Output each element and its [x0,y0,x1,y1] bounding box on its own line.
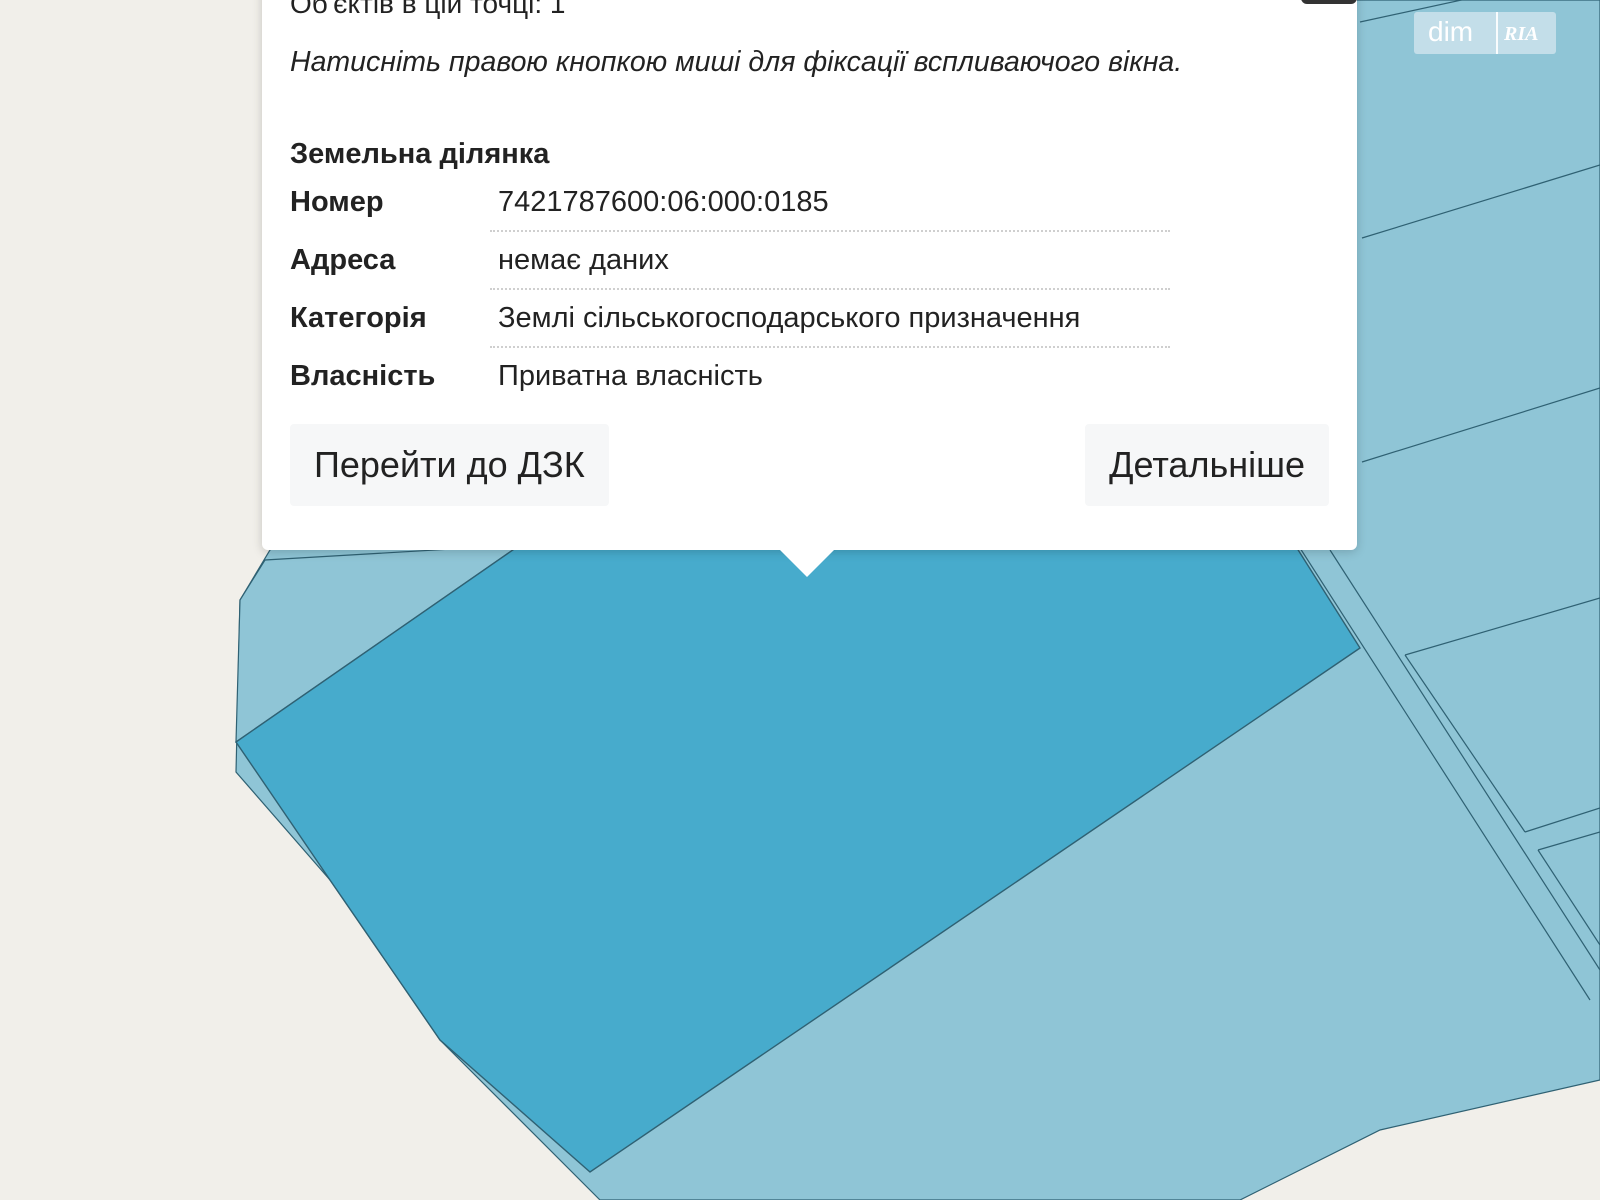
property-value: Землі сільськогосподарського призначення [498,302,1081,334]
row-divider [490,230,1170,232]
property-row-ownership: Власність Приватна власність [290,352,1170,410]
property-row-address: Адреса немає даних [290,236,1170,294]
property-key: Номер [290,186,384,218]
property-key: Адреса [290,244,396,276]
popup-pointer [780,550,834,577]
property-key: Категорія [290,302,427,334]
details-button[interactable]: Детальніше [1085,424,1329,506]
watermark-dim-text: dim [1428,16,1474,47]
property-value: 7421787600:06:000:0185 [498,186,829,218]
close-popup-button[interactable] [1301,0,1357,4]
property-value: Приватна власність [498,360,763,392]
objects-count-text: Об'єктів в цій точці: 1 [290,0,566,19]
property-row-number: Номер 7421787600:06:000:0185 [290,178,1170,236]
goto-dzk-button[interactable]: Перейти до ДЗК [290,424,609,506]
row-divider [490,346,1170,348]
parcel-info-popup: Об'єктів в цій точці: 1 Натисніть правою… [262,0,1357,577]
popup-hint-text: Натисніть правою кнопкою миші для фіксац… [290,46,1183,78]
parcel-properties: Номер 7421787600:06:000:0185 Адреса нема… [290,178,1170,410]
property-key: Власність [290,360,436,392]
dimria-watermark: dim RIA [1414,12,1556,54]
property-row-category: Категорія Землі сільськогосподарського п… [290,294,1170,352]
watermark-ria-logo: RIA [1504,23,1539,45]
section-title: Земельна ділянка [290,138,550,170]
row-divider [490,288,1170,290]
property-value: немає даних [498,244,669,276]
watermark-divider [1496,12,1498,54]
